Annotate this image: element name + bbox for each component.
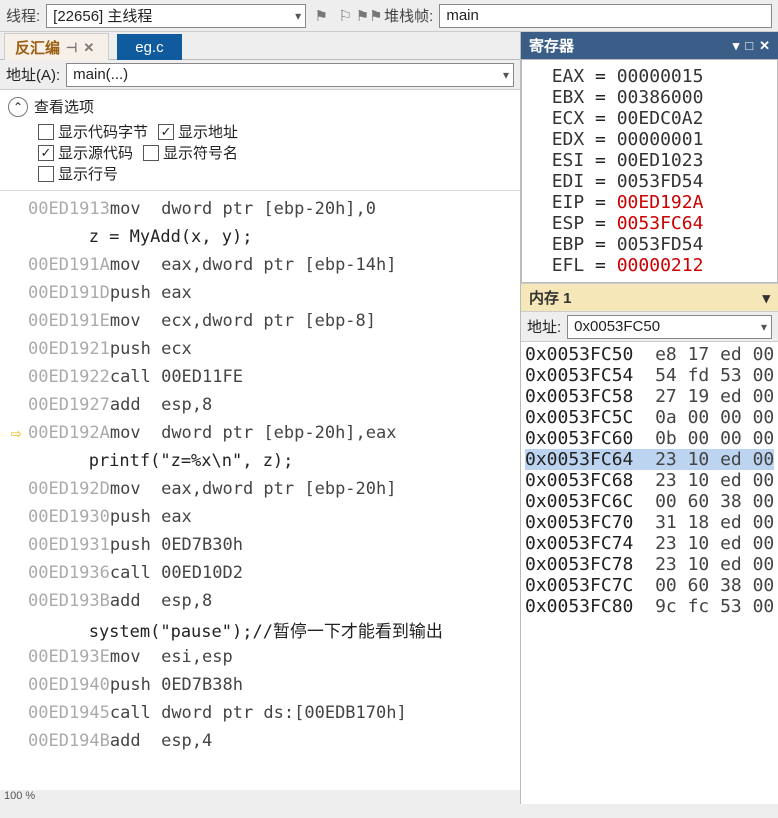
memory-line[interactable]: 0x0053FC60 0b 00 00 00 <box>525 428 774 449</box>
memory-title: 内存 1 <box>529 287 572 308</box>
zoom-level[interactable]: 100 % <box>0 790 520 804</box>
register-line[interactable]: EIP = 00ED192A <box>530 192 769 213</box>
disasm-line[interactable]: 00ED1936 call 00ED10D2 <box>4 559 520 587</box>
disasm-line[interactable]: 00ED193B add esp,8 <box>4 587 520 615</box>
memory-line[interactable]: 0x0053FC78 23 10 ed 00 <box>525 554 774 575</box>
registers-view[interactable]: EAX = 00000015 EBX = 00386000 ECX = 00ED… <box>521 59 778 283</box>
memory-line[interactable]: 0x0053FC70 31 18 ed 00 <box>525 512 774 533</box>
disasm-line[interactable]: system("pause");//暂停一下才能看到输出 <box>4 615 520 643</box>
checkbox-icon: ✓ <box>158 124 174 140</box>
memory-line[interactable]: 0x0053FC80 9c fc 53 00 <box>525 596 774 617</box>
options-collapse-button[interactable]: ⌃ <box>8 97 28 117</box>
disasm-line[interactable]: 00ED1922 call 00ED11FE <box>4 363 520 391</box>
memory-line[interactable]: 0x0053FC50 e8 17 ed 00 <box>525 344 774 365</box>
address-combo[interactable]: main(...) <box>66 63 514 87</box>
memory-addr-label: 地址: <box>527 316 561 337</box>
register-line[interactable]: ECX = 00EDC0A2 <box>530 108 769 129</box>
close-icon[interactable]: ✕ <box>83 40 94 56</box>
disasm-line[interactable]: 00ED192D mov eax,dword ptr [ebp-20h] <box>4 475 520 503</box>
chk-show-symbol[interactable]: 显示符号名 <box>143 142 238 163</box>
thread-combo[interactable]: [22656] 主线程 <box>46 4 306 28</box>
stackframe-value: main <box>446 7 479 24</box>
thread-label: 线程: <box>6 5 40 26</box>
file-tab[interactable]: eg.c <box>117 34 181 61</box>
memory-line[interactable]: 0x0053FC5C 0a 00 00 00 <box>525 407 774 428</box>
disasm-line[interactable]: 00ED1921 push ecx <box>4 335 520 363</box>
disasm-line[interactable]: 00ED192A mov dword ptr [ebp-20h],eax <box>4 419 520 447</box>
disasm-line[interactable]: z = MyAdd(x, y); <box>4 223 520 251</box>
pin-icon[interactable]: ⊣ <box>66 40 77 56</box>
register-line[interactable]: EBP = 0053FD54 <box>530 234 769 255</box>
dropdown-icon[interactable]: ▾ <box>762 289 770 307</box>
disasm-line[interactable]: 00ED1945 call dword ptr ds:[00EDB170h] <box>4 699 520 727</box>
disasm-line[interactable]: 00ED191D push eax <box>4 279 520 307</box>
memory-line[interactable]: 0x0053FC58 27 19 ed 00 <box>525 386 774 407</box>
checkbox-icon <box>143 145 159 161</box>
memory-line[interactable]: 0x0053FC6C 00 60 38 00 <box>525 491 774 512</box>
registers-header: 寄存器 ▾ □ ✕ <box>521 32 778 59</box>
disasm-line[interactable]: 00ED1927 add esp,8 <box>4 391 520 419</box>
options-title: 查看选项 <box>34 96 94 117</box>
disasm-line[interactable]: 00ED194B add esp,4 <box>4 727 520 755</box>
memory-line[interactable]: 0x0053FC64 23 10 ed 00 <box>525 449 774 470</box>
memory-view[interactable]: 0x0053FC50 e8 17 ed 000x0053FC54 54 fd 5… <box>521 342 778 804</box>
chk-show-source[interactable]: ✓ 显示源代码 <box>38 142 133 163</box>
address-value: main(...) <box>73 66 128 83</box>
chk-show-lineno[interactable]: 显示行号 <box>38 163 118 184</box>
checkbox-icon <box>38 124 54 140</box>
memory-addr-value: 0x0053FC50 <box>574 318 660 335</box>
checkbox-icon <box>38 166 54 182</box>
chk-show-bytes[interactable]: 显示代码字节 <box>38 121 148 142</box>
memory-addr-input[interactable]: 0x0053FC50 <box>567 315 772 339</box>
flag-outline-icon[interactable]: ⚐ <box>336 7 354 25</box>
disasm-line[interactable]: 00ED1940 push 0ED7B38h <box>4 671 520 699</box>
disasm-line[interactable]: 00ED1931 push 0ED7B30h <box>4 531 520 559</box>
close-icon[interactable]: ✕ <box>759 38 770 54</box>
registers-title: 寄存器 <box>529 35 574 56</box>
disasm-line[interactable]: printf("z=%x\n", z); <box>4 447 520 475</box>
register-line[interactable]: EBX = 00386000 <box>530 87 769 108</box>
dropdown-icon[interactable]: ▾ <box>733 38 740 54</box>
flags-icon[interactable]: ⚑⚑ <box>360 7 378 25</box>
disasm-tab-bar: 反汇编 ⊣ ✕ eg.c <box>0 32 520 60</box>
disasm-tab[interactable]: 反汇编 ⊣ ✕ <box>4 33 109 61</box>
address-label: 地址(A): <box>6 64 60 85</box>
file-tab-label: eg.c <box>135 39 163 56</box>
memory-line[interactable]: 0x0053FC74 23 10 ed 00 <box>525 533 774 554</box>
window-icon[interactable]: □ <box>745 38 753 54</box>
memory-line[interactable]: 0x0053FC68 23 10 ed 00 <box>525 470 774 491</box>
stackframe-label: 堆栈帧: <box>384 5 433 26</box>
disasm-title: 反汇编 <box>15 37 60 58</box>
chk-show-address[interactable]: ✓ 显示地址 <box>158 121 238 142</box>
checkbox-icon: ✓ <box>38 145 54 161</box>
disasm-view[interactable]: 00ED1913 mov dword ptr [ebp-20h],0 z = M… <box>0 191 520 790</box>
disasm-line[interactable]: 00ED193E mov esi,esp <box>4 643 520 671</box>
memory-line[interactable]: 0x0053FC7C 00 60 38 00 <box>525 575 774 596</box>
register-line[interactable]: EDI = 0053FD54 <box>530 171 769 192</box>
stackframe-combo[interactable]: main <box>439 4 772 28</box>
register-line[interactable]: EAX = 00000015 <box>530 66 769 87</box>
memory-line[interactable]: 0x0053FC54 54 fd 53 00 <box>525 365 774 386</box>
register-line[interactable]: EDX = 00000001 <box>530 129 769 150</box>
thread-value: [22656] 主线程 <box>53 5 152 26</box>
disasm-line[interactable]: 00ED1913 mov dword ptr [ebp-20h],0 <box>4 195 520 223</box>
register-line[interactable]: ESP = 0053FC64 <box>530 213 769 234</box>
disasm-line[interactable]: 00ED191E mov ecx,dword ptr [ebp-8] <box>4 307 520 335</box>
disasm-line[interactable]: 00ED1930 push eax <box>4 503 520 531</box>
register-line[interactable]: EFL = 00000212 <box>530 255 769 276</box>
disasm-line[interactable]: 00ED191A mov eax,dword ptr [ebp-14h] <box>4 251 520 279</box>
register-line[interactable]: ESI = 00ED1023 <box>530 150 769 171</box>
memory-header: 内存 1 ▾ <box>521 283 778 312</box>
flag-icon[interactable]: ⚑ <box>312 7 330 25</box>
top-toolbar: 线程: [22656] 主线程 ⚑ ⚐ ⚑⚑ 堆栈帧: main <box>0 0 778 32</box>
